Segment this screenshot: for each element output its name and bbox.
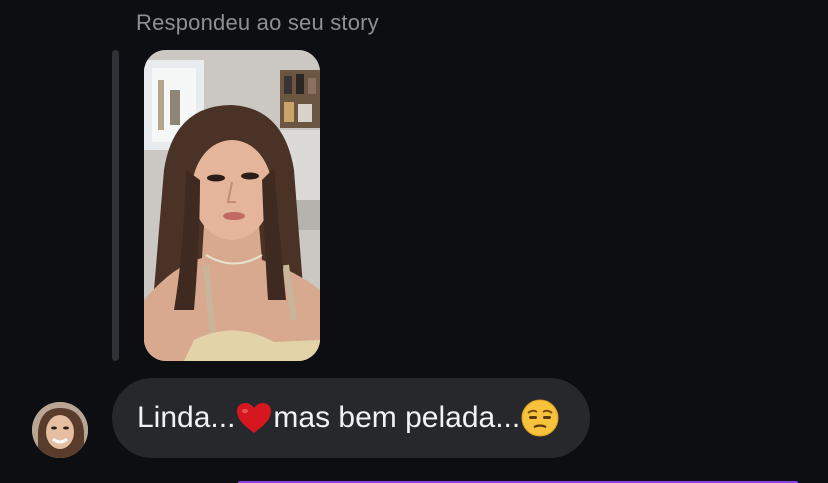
chat-screen: Respondeu ao seu story Linda... mas bem …	[0, 0, 828, 483]
story-reply-label: Respondeu ao seu story	[136, 10, 379, 35]
unamused-face-icon	[520, 398, 560, 438]
avatar-image	[32, 402, 88, 458]
heart-icon	[235, 401, 273, 435]
avatar[interactable]	[32, 402, 88, 458]
story-preview[interactable]	[144, 50, 320, 361]
message-text-part1: Linda...	[137, 401, 236, 434]
message-bubble[interactable]: Linda... mas bem pelada...	[112, 378, 591, 458]
message-text-part2: mas bem pelada...	[273, 401, 521, 434]
story-photo-image	[144, 50, 320, 361]
reply-quote-bar	[112, 50, 119, 361]
